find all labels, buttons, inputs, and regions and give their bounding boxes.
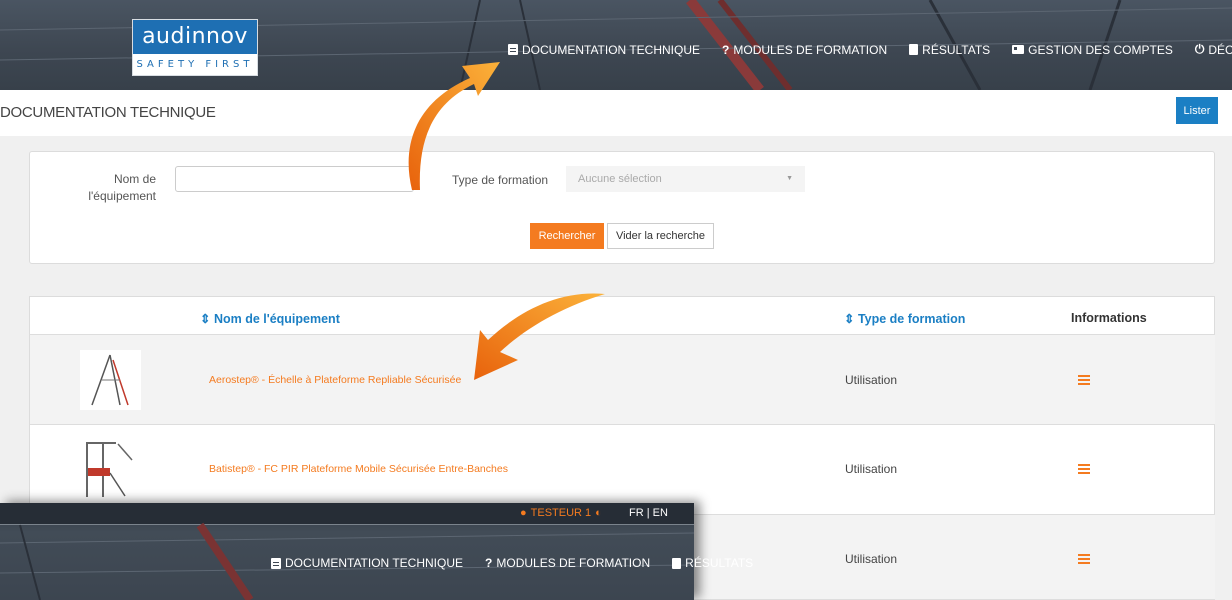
equipment-thumbnail bbox=[80, 350, 141, 410]
list-icon[interactable] bbox=[1078, 464, 1090, 474]
equipment-name-label: Nom de l'équipement bbox=[88, 172, 156, 203]
equipment-link[interactable]: Batistep® - FC PIR Plateforme Mobile Séc… bbox=[209, 463, 508, 475]
top-header: audinnov SAFETY FIRST DOCUMENTATION TECH… bbox=[0, 0, 1232, 90]
nav-resultats[interactable]: RÉSULTATS bbox=[909, 43, 990, 57]
question-icon: ? bbox=[485, 556, 493, 570]
column-header-info: Informations bbox=[1071, 311, 1147, 325]
brand-name: audinnov bbox=[133, 20, 257, 54]
list-icon[interactable] bbox=[1078, 554, 1090, 564]
nav-documentation[interactable]: DOCUMENTATION TECHNIQUE bbox=[508, 43, 700, 57]
power-icon: ⏻ bbox=[1194, 42, 1205, 56]
column-header-name[interactable]: ⇕ Nom de l'équipement bbox=[200, 311, 340, 326]
nav-modules[interactable]: ? MODULES DE FORMATION bbox=[485, 556, 650, 570]
nav-modules[interactable]: ? MODULES DE FORMATION bbox=[722, 43, 887, 57]
list-button[interactable]: Lister bbox=[1176, 97, 1218, 124]
nav-documentation-label: DOCUMENTATION TECHNIQUE bbox=[522, 42, 701, 57]
page-title: DOCUMENTATION TECHNIQUE bbox=[0, 104, 216, 121]
main-nav: DOCUMENTATION TECHNIQUE ? MODULES DE FOR… bbox=[508, 42, 1232, 57]
list-icon[interactable] bbox=[1078, 375, 1090, 385]
nav-resultats[interactable]: RÉSULTATS bbox=[672, 556, 753, 570]
nav-documentation-label: DOCUMENTATION TECHNIQUE bbox=[285, 556, 464, 570]
equipment-link[interactable]: Aerostep® - Échelle à Plateforme Repliab… bbox=[209, 374, 461, 386]
sort-icon: ⇕ bbox=[844, 312, 858, 326]
nav-deconnexion[interactable]: ⏻ DÉCONNEXIO bbox=[1195, 42, 1232, 57]
nav-modules-label: MODULES DE FORMATION bbox=[496, 556, 651, 570]
ladder-image bbox=[91, 354, 129, 406]
equipment-thumbnail bbox=[80, 438, 141, 498]
notification-icon: ◐ bbox=[595, 507, 602, 519]
nav-gestion[interactable]: GESTION DES COMPTES bbox=[1012, 43, 1173, 57]
training-type: Utilisation bbox=[845, 373, 898, 387]
brand-tagline: SAFETY FIRST bbox=[136, 59, 254, 70]
nav-deconnexion-label: DÉCONNEXIO bbox=[1208, 42, 1232, 57]
training-type-selected: Aucune sélection bbox=[578, 173, 662, 185]
clipboard-icon bbox=[672, 557, 682, 569]
user-name: TESTEUR 1 bbox=[530, 507, 592, 519]
language-switcher[interactable]: FR | EN bbox=[629, 507, 668, 519]
overlay-nav: DOCUMENTATION TECHNIQUE ? MODULES DE FOR… bbox=[271, 556, 775, 570]
caret-down-icon: ▼ bbox=[786, 175, 793, 182]
id-card-icon bbox=[1012, 45, 1025, 54]
document-icon bbox=[508, 44, 518, 55]
column-header-type[interactable]: ⇕ Type de formation bbox=[844, 311, 965, 326]
training-type: Utilisation bbox=[845, 462, 898, 476]
question-icon: ? bbox=[722, 42, 730, 57]
user-icon: ● bbox=[520, 507, 527, 519]
nav-gestion-label: GESTION DES COMPTES bbox=[1028, 42, 1173, 57]
clipboard-icon bbox=[909, 44, 919, 55]
equipment-name-input[interactable] bbox=[175, 166, 414, 192]
nav-modules-label: MODULES DE FORMATION bbox=[733, 42, 888, 57]
platform-image bbox=[86, 442, 133, 497]
search-button[interactable]: Rechercher bbox=[530, 223, 604, 249]
table-row bbox=[30, 425, 1215, 515]
nav-documentation[interactable]: DOCUMENTATION TECHNIQUE bbox=[271, 556, 463, 570]
document-icon bbox=[271, 557, 281, 569]
brand-logo[interactable]: audinnov SAFETY FIRST bbox=[132, 19, 258, 76]
table-row bbox=[30, 335, 1215, 425]
training-type-select[interactable]: Aucune sélection ▼ bbox=[566, 166, 805, 192]
training-type-label: Type de formation bbox=[452, 173, 549, 187]
user-menu[interactable]: ● TESTEUR 1 ◐ bbox=[520, 507, 602, 519]
training-type: Utilisation bbox=[845, 552, 898, 566]
nav-resultats-label: RÉSULTATS bbox=[685, 556, 754, 570]
clear-search-button[interactable]: Vider la recherche bbox=[607, 223, 714, 249]
sort-icon: ⇕ bbox=[200, 312, 214, 326]
nav-resultats-label: RÉSULTATS bbox=[922, 42, 991, 57]
